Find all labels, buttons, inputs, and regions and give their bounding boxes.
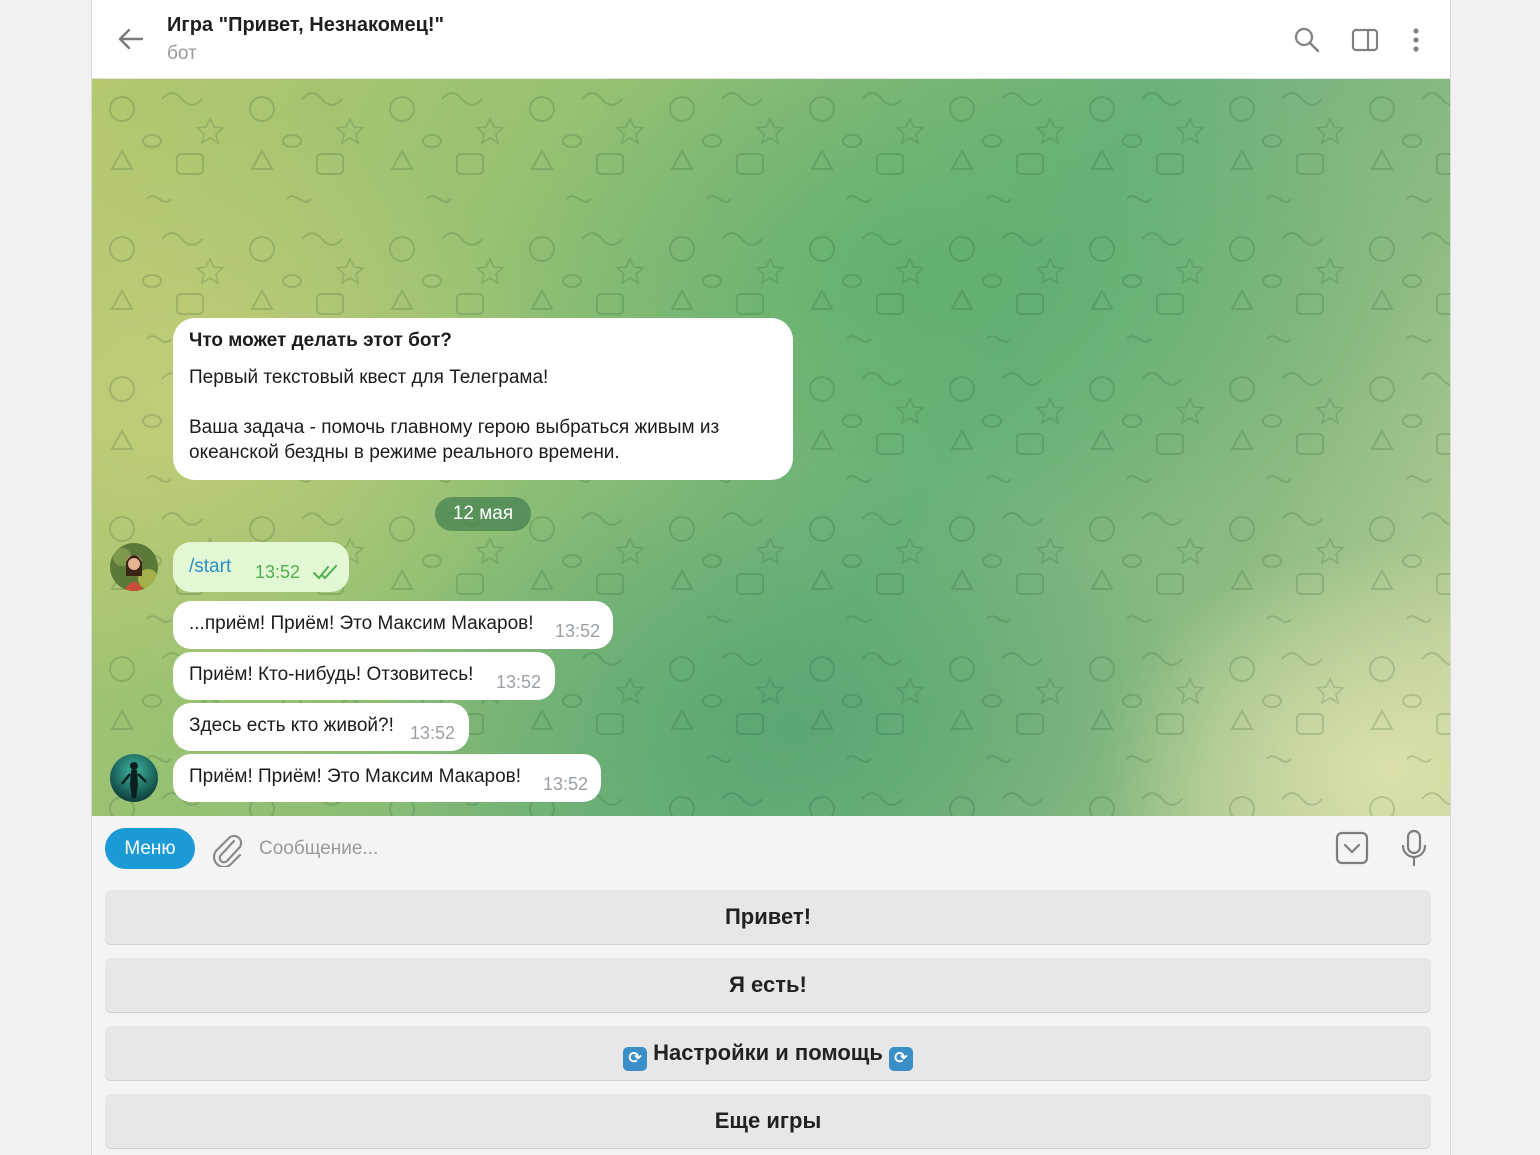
bot-avatar[interactable] — [110, 754, 158, 802]
bot-info-question: Что может делать этот бот? — [189, 330, 452, 351]
message-composer: Меню — [92, 816, 1450, 880]
microphone-icon[interactable] — [1399, 829, 1429, 867]
message-input[interactable] — [257, 828, 1311, 870]
message-text: Приём! Кто-нибудь! Отзовитесь! — [189, 664, 474, 685]
message-time: 13:52 — [496, 672, 542, 692]
reply-button-label: Привет! — [724, 904, 812, 929]
sidebar-toggle-icon[interactable] — [1351, 26, 1379, 54]
double-check-icon — [313, 565, 337, 580]
refresh-emoji-icon: ⟳ — [623, 1047, 648, 1071]
refresh-emoji-icon: ⟳ — [888, 1047, 913, 1071]
reply-button-label: Настройки и помощь — [653, 1040, 883, 1065]
message-time: 13:52 — [410, 723, 456, 743]
incoming-message[interactable]: Приём! Кто-нибудь! Отзовитесь! 13:52 — [173, 652, 555, 700]
incoming-message[interactable]: Здесь есть кто живой?! 13:52 — [173, 703, 469, 751]
user-avatar[interactable] — [110, 543, 158, 591]
reply-button-label: Еще игры — [714, 1108, 822, 1133]
date-separator: 12 мая — [435, 497, 531, 531]
chat-history[interactable]: Что может делать этот бот? Первый тексто… — [92, 79, 1450, 816]
bot-info-card: Что может делать этот бот? Первый тексто… — [173, 318, 793, 480]
bot-menu-button[interactable]: Меню — [105, 828, 195, 869]
attach-paperclip-icon[interactable] — [210, 831, 244, 867]
reply-button-label: Я есть! — [729, 972, 807, 997]
message-time: 13:52 — [555, 621, 601, 641]
back-arrow-icon[interactable] — [116, 24, 146, 54]
reply-button-i-exist[interactable]: Я есть! — [105, 958, 1431, 1012]
bot-keyboard-toggle-icon[interactable] — [1335, 831, 1369, 865]
search-icon[interactable] — [1293, 26, 1321, 54]
incoming-message[interactable]: ...приём! Приём! Это Максим Макаров! 13:… — [173, 601, 613, 649]
chat-title[interactable]: Игра "Привет, Незнакомец!" — [167, 14, 444, 37]
reply-button-more-games[interactable]: Еще игры — [105, 1094, 1431, 1148]
bot-info-line1: Первый текстовый квест для Телеграма! — [189, 367, 549, 388]
user-avatar-image — [110, 543, 158, 591]
message-text: Здесь есть кто живой?! — [189, 715, 394, 736]
message-time: 13:52 — [543, 774, 589, 794]
bot-info-line2: Ваша задача - помочь главному герою выбр… — [189, 417, 720, 463]
telegram-window: Игра "Привет, Незнакомец!" бот Что может… — [91, 0, 1451, 1155]
more-options-icon[interactable] — [1402, 26, 1430, 54]
outgoing-message[interactable]: /start 13:52 — [173, 542, 349, 592]
message-text: Приём! Приём! Это Максим Макаров! — [189, 766, 522, 787]
message-time: 13:52 — [255, 562, 301, 582]
incoming-message[interactable]: Приём! Приём! Это Максим Макаров! 13:52 — [173, 754, 601, 802]
reply-button-hello[interactable]: Привет! — [105, 890, 1431, 944]
start-command-link[interactable]: /start — [189, 556, 231, 578]
chat-subtitle: бот — [167, 43, 197, 64]
message-text: ...приём! Приём! Это Максим Макаров! — [189, 613, 534, 634]
chat-header: Игра "Привет, Незнакомец!" бот — [92, 0, 1450, 79]
bot-avatar-image — [110, 754, 158, 802]
reply-button-settings-help[interactable]: ⟳ Настройки и помощь ⟳ — [105, 1026, 1431, 1080]
